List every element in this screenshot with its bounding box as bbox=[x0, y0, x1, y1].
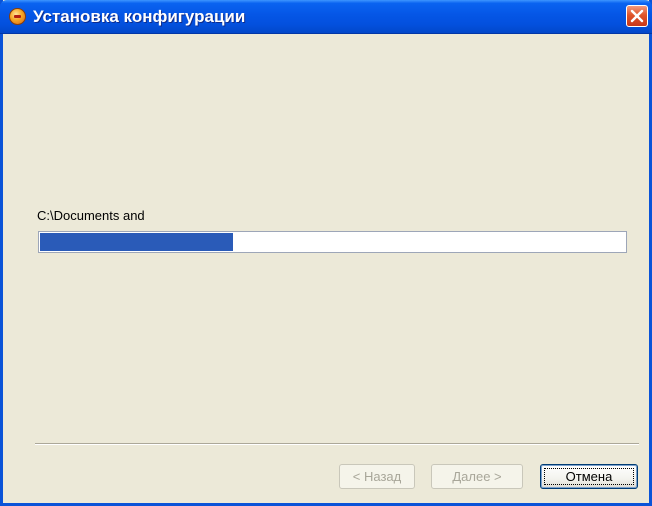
current-file-path: C:\Documents and bbox=[37, 208, 145, 223]
title-bar[interactable]: Установка конфигурации bbox=[0, 0, 652, 34]
progress-bar bbox=[38, 231, 627, 253]
dialog-body: C:\Documents and < Назад Далее > Отмена bbox=[3, 34, 649, 503]
installer-window: Установка конфигурации C:\Documents and … bbox=[0, 0, 652, 506]
button-divider bbox=[35, 443, 639, 445]
cancel-button[interactable]: Отмена bbox=[540, 464, 638, 489]
next-button[interactable]: Далее > bbox=[431, 464, 523, 489]
close-icon bbox=[630, 9, 644, 23]
cancel-button-label: Отмена bbox=[565, 469, 613, 484]
app-icon bbox=[9, 8, 26, 25]
close-button[interactable] bbox=[626, 5, 648, 27]
window-title: Установка конфигурации bbox=[33, 7, 246, 26]
back-button[interactable]: < Назад bbox=[339, 464, 415, 489]
progress-fill bbox=[40, 233, 234, 251]
